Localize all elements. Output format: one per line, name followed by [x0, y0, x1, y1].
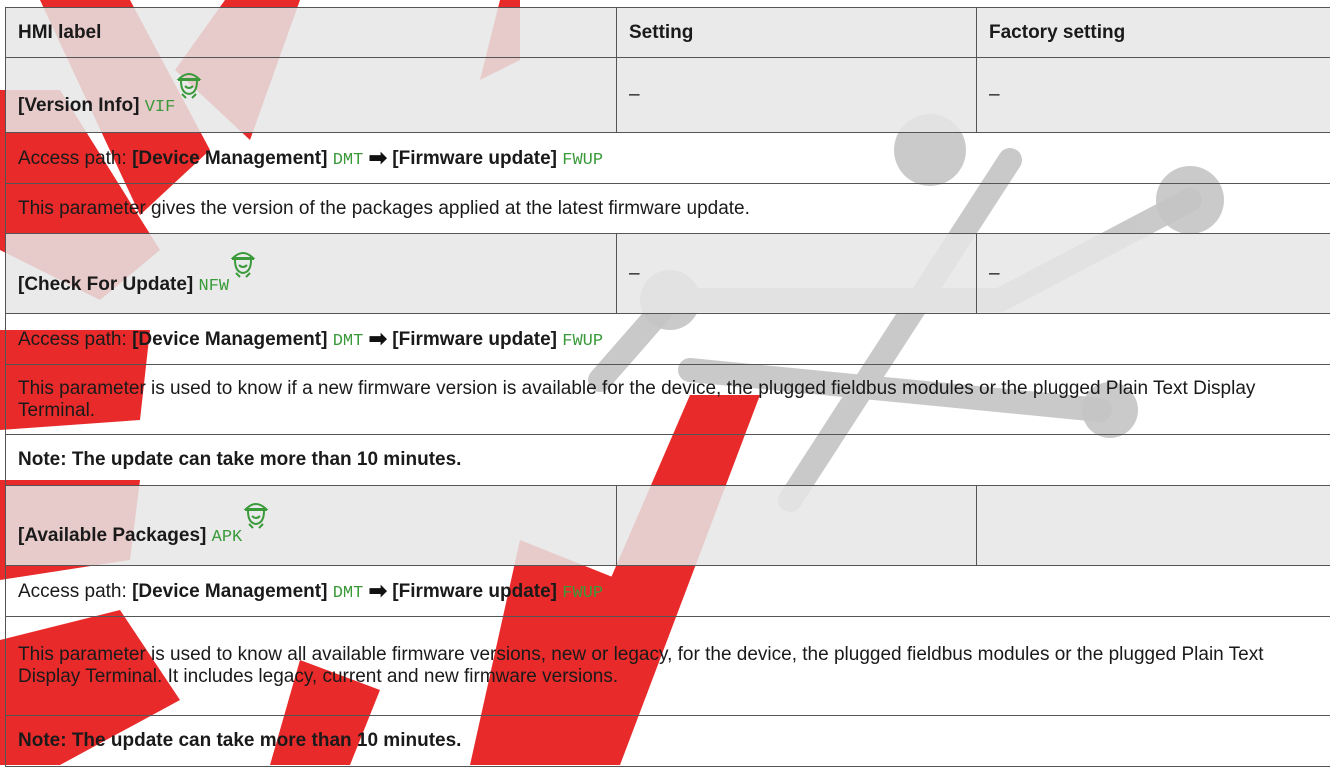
- param-code: VIF: [145, 98, 176, 117]
- access-code-dmt: DMT: [333, 151, 364, 170]
- access-code-dmt: DMT: [333, 584, 364, 603]
- access-path: Access path: [Device Management] DMT ➡ […: [6, 133, 1330, 184]
- param-label-cell: [Check For Update] NFW: [6, 234, 617, 314]
- access-menu-device-management: [Device Management]: [132, 148, 327, 169]
- technician-icon: [243, 497, 269, 531]
- param-setting: [617, 485, 977, 565]
- access-code-fwup: FWUP: [562, 332, 603, 351]
- param-note: Note: The update can take more than 10 m…: [6, 435, 1330, 486]
- param-label-cell: [Available Packages] APK: [6, 485, 617, 565]
- header-setting: Setting: [617, 8, 977, 58]
- access-path-row: Access path: [Device Management] DMT ➡ […: [6, 314, 1330, 365]
- param-label: [Available Packages]: [18, 525, 206, 546]
- access-path-row: Access path: [Device Management] DMT ➡ […: [6, 133, 1330, 184]
- param-label: [Version Info]: [18, 95, 139, 116]
- note-row: Note: The update can take more than 10 m…: [6, 716, 1330, 767]
- access-menu-firmware-update: [Firmware update]: [392, 581, 557, 602]
- param-code: NFW: [199, 277, 230, 296]
- table-header-row: HMI label Setting Factory setting: [6, 8, 1330, 58]
- param-factory-setting: [977, 485, 1330, 565]
- arrow-right-icon: ➡: [369, 145, 387, 170]
- param-code: APK: [212, 528, 243, 547]
- description-row: This parameter is used to know if a new …: [6, 364, 1330, 434]
- arrow-right-icon: ➡: [369, 578, 387, 603]
- access-menu-firmware-update: [Firmware update]: [392, 329, 557, 350]
- param-description: This parameter is used to know if a new …: [6, 364, 1330, 434]
- param-factory-setting: –: [977, 234, 1330, 314]
- access-menu-device-management: [Device Management]: [132, 581, 327, 602]
- param-note: Note: The update can take more than 10 m…: [6, 716, 1330, 767]
- param-row-check-for-update: [Check For Update] NFW – –: [6, 234, 1330, 314]
- access-code-fwup: FWUP: [562, 151, 603, 170]
- arrow-right-icon: ➡: [369, 326, 387, 351]
- access-path: Access path: [Device Management] DMT ➡ […: [6, 565, 1330, 616]
- param-description: This parameter gives the version of the …: [6, 183, 1330, 234]
- access-path-prefix: Access path:: [18, 148, 132, 169]
- access-code-dmt: DMT: [333, 332, 364, 351]
- technician-icon: [230, 246, 256, 280]
- access-code-fwup: FWUP: [562, 584, 603, 603]
- param-row-available-packages: [Available Packages] APK: [6, 485, 1330, 565]
- param-description: This parameter is used to know all avail…: [6, 616, 1330, 716]
- access-path-prefix: Access path:: [18, 329, 132, 350]
- param-row-version-info: [Version Info] VIF – –: [6, 58, 1330, 133]
- param-label-cell: [Version Info] VIF: [6, 58, 617, 133]
- access-menu-firmware-update: [Firmware update]: [392, 148, 557, 169]
- description-row: This parameter gives the version of the …: [6, 183, 1330, 234]
- access-path-prefix: Access path:: [18, 581, 132, 602]
- access-menu-device-management: [Device Management]: [132, 329, 327, 350]
- param-setting: –: [617, 234, 977, 314]
- param-setting: –: [617, 58, 977, 133]
- header-hmi-label: HMI label: [6, 8, 617, 58]
- description-row: This parameter is used to know all avail…: [6, 616, 1330, 716]
- param-factory-setting: –: [977, 58, 1330, 133]
- parameter-table: HMI label Setting Factory setting [Versi…: [5, 7, 1330, 767]
- access-path: Access path: [Device Management] DMT ➡ […: [6, 314, 1330, 365]
- header-factory-setting: Factory setting: [977, 8, 1330, 58]
- note-row: Note: The update can take more than 10 m…: [6, 435, 1330, 486]
- param-label: [Check For Update]: [18, 274, 193, 295]
- technician-icon: [176, 67, 202, 101]
- access-path-row: Access path: [Device Management] DMT ➡ […: [6, 565, 1330, 616]
